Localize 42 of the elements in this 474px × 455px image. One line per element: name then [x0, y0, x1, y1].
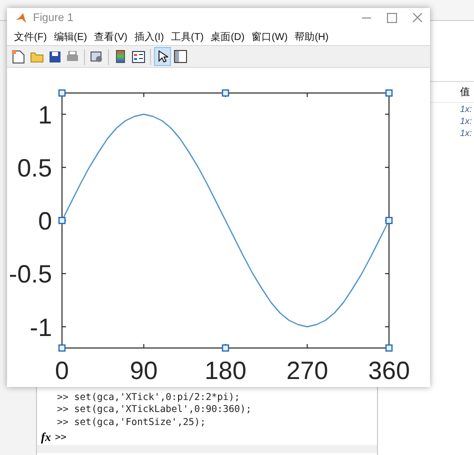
menu-item[interactable]: 插入(I) [131, 30, 167, 44]
y-tick-label: 1 [38, 101, 52, 130]
folder-icon [30, 50, 44, 63]
save-icon [48, 50, 60, 63]
menu-item[interactable]: 文件(F) [11, 30, 50, 44]
toolbar-button[interactable] [10, 47, 27, 66]
x-tick-label: 360 [368, 356, 410, 385]
scrollbar[interactable] [37, 445, 377, 453]
x-tick-label: 180 [204, 356, 246, 385]
window-icon [90, 50, 103, 64]
toolbar-button[interactable] [154, 47, 171, 66]
new-file-icon [12, 50, 25, 64]
pointer-icon [158, 50, 168, 64]
command-prompt[interactable]: >> [55, 432, 66, 442]
menu-item[interactable]: 查看(V) [91, 30, 130, 44]
print-icon [66, 50, 79, 63]
colorbar-icon [116, 50, 125, 64]
command-line: >> set(gca,'XTick',0:pi/2:2*pi); [56, 392, 242, 404]
window-controls-icon[interactable] [362, 12, 422, 23]
matlab-logo-icon [15, 12, 27, 24]
menu-item[interactable]: 工具(T) [168, 30, 207, 44]
y-tick-label: -0.5 [8, 260, 52, 289]
y-tick-label: -1 [30, 314, 52, 342]
legend-icon [132, 50, 145, 63]
menu-item[interactable]: 帮助(H) [292, 30, 332, 44]
x-tick-label: 90 [130, 356, 158, 385]
workspace-value: 1x: [459, 103, 474, 115]
command-line: >> set(gca,'XTickLabel',0:90:360); [56, 404, 252, 416]
function-icon[interactable]: fx [41, 430, 51, 444]
menu-item[interactable]: 窗口(W) [248, 30, 291, 44]
y-tick-label: 0.5 [17, 154, 52, 182]
x-tick-label: 270 [286, 356, 328, 385]
workspace-value: 1x: [459, 127, 474, 139]
workspace-value: 1x: [459, 115, 474, 127]
menu-item[interactable]: 桌面(D) [208, 30, 248, 44]
panel-icon [174, 50, 187, 64]
window-title: Figure 1 [33, 12, 74, 24]
column-header: 值 [460, 86, 470, 99]
y-tick-label: 0 [38, 207, 52, 236]
command-line: >> set(gca,'FontSize',25); [56, 416, 207, 429]
x-tick-label: 0 [55, 356, 69, 385]
menu-item[interactable]: 编辑(E) [50, 30, 90, 44]
